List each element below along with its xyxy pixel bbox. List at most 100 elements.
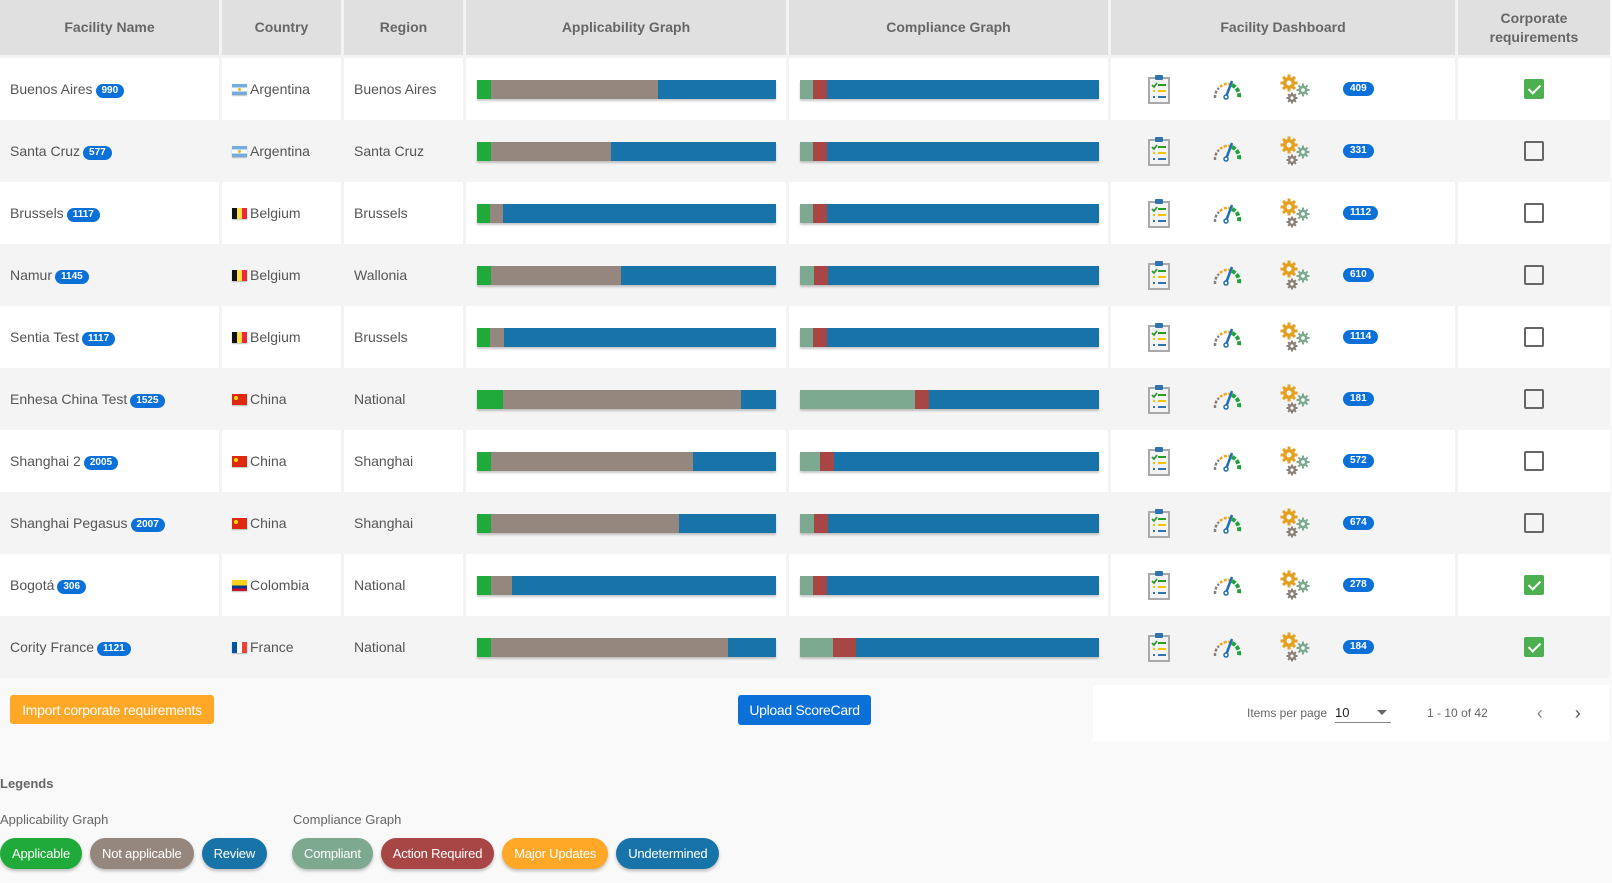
- undetermined-segment[interactable]: [826, 141, 1099, 161]
- not-applicable-segment[interactable]: [491, 141, 611, 161]
- facility-name[interactable]: Buenos Aires: [10, 81, 93, 97]
- applicable-segment[interactable]: [477, 141, 492, 161]
- compliance-bar[interactable]: [800, 575, 1099, 595]
- compliance-bar[interactable]: [800, 141, 1099, 161]
- compliant-segment[interactable]: [800, 575, 813, 595]
- checklist-icon[interactable]: [1143, 507, 1175, 539]
- facility-name[interactable]: Namur: [10, 267, 52, 283]
- compliant-segment[interactable]: [800, 513, 815, 533]
- compliance-bar[interactable]: [800, 327, 1099, 347]
- review-segment[interactable]: [502, 203, 776, 223]
- compliant-segment[interactable]: [800, 637, 833, 657]
- dashboard-count-badge[interactable]: 1112: [1343, 206, 1379, 220]
- gauge-icon[interactable]: [1211, 383, 1243, 415]
- compliant-segment[interactable]: [800, 141, 813, 161]
- undetermined-segment[interactable]: [929, 389, 1099, 409]
- gauge-icon[interactable]: [1211, 197, 1243, 229]
- corporate-requirements-checkbox[interactable]: [1524, 575, 1544, 595]
- corporate-requirements-checkbox[interactable]: [1524, 265, 1544, 285]
- import-corporate-requirements-button[interactable]: Import corporate requirements: [10, 695, 214, 724]
- applicability-bar[interactable]: [477, 203, 776, 223]
- action-required-segment[interactable]: [812, 575, 827, 595]
- applicability-bar[interactable]: [477, 327, 776, 347]
- corporate-requirements-checkbox[interactable]: [1524, 637, 1544, 657]
- applicability-bar[interactable]: [477, 141, 776, 161]
- action-required-segment[interactable]: [812, 327, 827, 347]
- facility-name[interactable]: Bogotá: [10, 577, 54, 593]
- review-segment[interactable]: [658, 79, 776, 99]
- facility-name[interactable]: Santa Cruz: [10, 143, 80, 159]
- applicable-segment[interactable]: [477, 637, 492, 657]
- undetermined-segment[interactable]: [828, 513, 1099, 533]
- corporate-requirements-checkbox[interactable]: [1524, 79, 1544, 99]
- checklist-icon[interactable]: [1143, 135, 1175, 167]
- dashboard-count-badge[interactable]: 409: [1343, 82, 1374, 96]
- action-required-segment[interactable]: [812, 203, 827, 223]
- checklist-icon[interactable]: [1143, 321, 1175, 353]
- checklist-icon[interactable]: [1143, 197, 1175, 229]
- settings-gears-icon[interactable]: [1279, 383, 1311, 415]
- corporate-requirements-checkbox[interactable]: [1524, 203, 1544, 223]
- action-required-segment[interactable]: [812, 79, 827, 99]
- dashboard-count-badge[interactable]: 674: [1343, 516, 1374, 530]
- corporate-requirements-checkbox[interactable]: [1524, 141, 1544, 161]
- settings-gears-icon[interactable]: [1279, 507, 1311, 539]
- applicable-segment[interactable]: [477, 389, 503, 409]
- gauge-icon[interactable]: [1211, 135, 1243, 167]
- applicability-bar[interactable]: [477, 513, 776, 533]
- applicability-bar[interactable]: [477, 389, 776, 409]
- facility-name[interactable]: Sentia Test: [10, 329, 79, 345]
- dashboard-count-badge[interactable]: 181: [1343, 392, 1374, 406]
- checklist-icon[interactable]: [1143, 569, 1175, 601]
- gauge-icon[interactable]: [1211, 507, 1243, 539]
- settings-gears-icon[interactable]: [1279, 321, 1311, 353]
- settings-gears-icon[interactable]: [1279, 259, 1311, 291]
- compliance-bar[interactable]: [800, 513, 1099, 533]
- gauge-icon[interactable]: [1211, 73, 1243, 105]
- not-applicable-segment[interactable]: [491, 513, 680, 533]
- not-applicable-segment[interactable]: [503, 389, 741, 409]
- checklist-icon[interactable]: [1143, 631, 1175, 663]
- review-segment[interactable]: [511, 575, 776, 595]
- settings-gears-icon[interactable]: [1279, 135, 1311, 167]
- compliant-segment[interactable]: [800, 265, 815, 285]
- not-applicable-segment[interactable]: [491, 637, 729, 657]
- review-segment[interactable]: [679, 513, 776, 533]
- compliant-segment[interactable]: [800, 451, 821, 471]
- compliant-segment[interactable]: [800, 327, 813, 347]
- facility-name[interactable]: Enhesa China Test: [10, 391, 127, 407]
- checklist-icon[interactable]: [1143, 259, 1175, 291]
- corporate-requirements-checkbox[interactable]: [1524, 451, 1544, 471]
- settings-gears-icon[interactable]: [1279, 445, 1311, 477]
- not-applicable-segment[interactable]: [491, 451, 694, 471]
- action-required-segment[interactable]: [814, 265, 829, 285]
- chevron-left-icon[interactable]: ‹: [1528, 701, 1552, 725]
- settings-gears-icon[interactable]: [1279, 73, 1311, 105]
- settings-gears-icon[interactable]: [1279, 569, 1311, 601]
- checklist-icon[interactable]: [1143, 445, 1175, 477]
- applicability-bar[interactable]: [477, 637, 776, 657]
- undetermined-segment[interactable]: [826, 575, 1099, 595]
- dashboard-count-badge[interactable]: 572: [1343, 454, 1374, 468]
- action-required-segment[interactable]: [832, 637, 856, 657]
- dashboard-count-badge[interactable]: 184: [1343, 640, 1374, 654]
- settings-gears-icon[interactable]: [1279, 631, 1311, 663]
- compliance-bar[interactable]: [800, 389, 1099, 409]
- applicable-segment[interactable]: [477, 265, 492, 285]
- corporate-requirements-checkbox[interactable]: [1524, 513, 1544, 533]
- applicable-segment[interactable]: [477, 451, 492, 471]
- compliance-bar[interactable]: [800, 637, 1099, 657]
- facility-name[interactable]: Cority France: [10, 639, 94, 655]
- review-segment[interactable]: [728, 637, 776, 657]
- settings-gears-icon[interactable]: [1279, 197, 1311, 229]
- gauge-icon[interactable]: [1211, 631, 1243, 663]
- action-required-segment[interactable]: [814, 513, 829, 533]
- applicable-segment[interactable]: [477, 203, 490, 223]
- items-per-page-select[interactable]: 10: [1335, 703, 1392, 723]
- applicability-bar[interactable]: [477, 575, 776, 595]
- checklist-icon[interactable]: [1143, 73, 1175, 105]
- compliance-bar[interactable]: [800, 79, 1099, 99]
- review-segment[interactable]: [621, 265, 776, 285]
- chevron-right-icon[interactable]: ›: [1566, 701, 1590, 725]
- not-applicable-segment[interactable]: [491, 265, 622, 285]
